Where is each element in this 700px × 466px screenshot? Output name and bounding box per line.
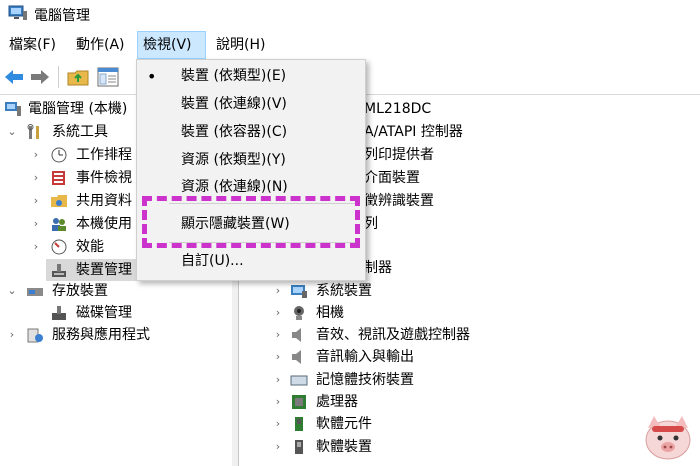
device-manager-icon <box>52 264 66 277</box>
menu-item-label: 裝置 (依連線)(V) <box>181 96 287 112</box>
menu-item-customize[interactable]: 自訂(U)... <box>137 248 365 275</box>
tree-label: 軟體元件 <box>316 416 372 432</box>
menu-help[interactable]: 說明(H) <box>211 31 270 59</box>
clock-icon <box>51 147 67 163</box>
tree-item-device-manager[interactable]: 裝置管理 <box>46 259 138 281</box>
radio-bullet-icon: • <box>147 67 157 86</box>
menu-action[interactable]: 動作(A) <box>71 31 130 59</box>
chevron-right-icon[interactable]: › <box>30 190 42 212</box>
tree-label: 共用資料 <box>76 193 132 209</box>
menu-bar: 檔案(F) 動作(A) 檢視(V) 說明(H) <box>0 31 700 59</box>
tree-item-disk-management[interactable]: 磁碟管理 <box>0 302 232 324</box>
chevron-right-icon[interactable]: › <box>30 236 42 258</box>
menu-item-devices-by-connection[interactable]: 裝置 (依連線)(V) <box>137 91 365 118</box>
tree-label: 磁碟管理 <box>76 305 132 321</box>
tree-label: 裝置管理 <box>76 262 132 278</box>
tree-label: 介面裝置 <box>364 170 420 186</box>
menu-file[interactable]: 檔案(F) <box>4 31 61 59</box>
tree-item-storage[interactable]: ⌄ 存放裝置 <box>0 280 232 302</box>
tree-label: 存放裝置 <box>52 283 108 299</box>
tree-label: ML218DC <box>364 101 432 117</box>
storage-icon <box>27 288 43 296</box>
chevron-right-icon[interactable]: › <box>272 280 284 302</box>
chevron-down-icon[interactable]: ⌄ <box>6 121 18 143</box>
users-icon <box>52 218 66 231</box>
event-viewer-icon <box>52 171 65 185</box>
shared-folder-icon <box>51 195 67 207</box>
memory-icon <box>290 375 308 386</box>
tree-label: 軟體裝置 <box>316 439 372 455</box>
chevron-right-icon[interactable]: › <box>272 391 284 413</box>
menu-item-label: 自訂(U)... <box>181 253 244 269</box>
processor-icon <box>292 395 306 409</box>
performance-gauge-icon <box>51 239 67 255</box>
audio-io-icon <box>292 350 301 364</box>
menu-item-resources-by-type[interactable]: 資源 (依類型)(Y) <box>137 147 365 174</box>
chevron-down-icon[interactable]: ⌄ <box>6 280 18 302</box>
tree-label: 音效、視訊及遊戲控制器 <box>316 327 470 343</box>
tree-label: 系統工具 <box>52 124 108 140</box>
highlight-annotation <box>142 196 360 248</box>
device-category-processor[interactable]: › 處理器 <box>270 391 690 413</box>
chevron-right-icon[interactable]: › <box>30 167 42 189</box>
chevron-right-icon[interactable]: › <box>272 436 284 458</box>
computer-management-icon <box>8 5 27 20</box>
pig-mascot-logo <box>645 416 691 460</box>
device-category-sound[interactable]: › 音效、視訊及遊戲控制器 <box>270 324 690 346</box>
chevron-right-icon[interactable]: › <box>272 413 284 435</box>
menu-item-label: 裝置 (依容器)(C) <box>181 124 288 140</box>
speaker-icon <box>292 328 301 342</box>
chevron-right-icon[interactable]: › <box>272 346 284 368</box>
menu-item-label: 資源 (依類型)(Y) <box>181 152 286 168</box>
device-category-system[interactable]: › 系統裝置 <box>270 280 690 302</box>
device-category-software-device[interactable]: › 軟體裝置 <box>270 436 690 458</box>
software-component-icon <box>295 417 303 431</box>
tree-label: A/ATAPI 控制器 <box>364 124 463 140</box>
tree-label: 相機 <box>316 305 344 321</box>
camera-icon <box>294 306 304 320</box>
menu-view[interactable]: 檢視(V) <box>137 31 206 59</box>
system-tools-icon <box>27 124 39 139</box>
up-folder-icon[interactable] <box>66 65 90 89</box>
menu-item-devices-by-container[interactable]: 裝置 (依容器)(C) <box>137 119 365 146</box>
device-category-software-component[interactable]: › 軟體元件 <box>270 413 690 435</box>
tree-label: 記憶體技術裝置 <box>316 372 414 388</box>
tree-label: 處理器 <box>316 394 358 410</box>
tree-label: 系統裝置 <box>316 283 372 299</box>
chevron-right-icon[interactable]: › <box>6 324 18 346</box>
software-device-icon <box>295 440 303 454</box>
tree-label: 效能 <box>76 239 104 255</box>
tree-label: 服務與應用程式 <box>52 327 150 343</box>
services-icon <box>27 328 43 343</box>
disk-management-icon <box>52 306 66 320</box>
chevron-right-icon[interactable]: › <box>30 213 42 235</box>
tree-label: 制器 <box>364 260 392 276</box>
tree-label: 列印提供者 <box>364 147 434 163</box>
chevron-right-icon[interactable]: › <box>272 302 284 324</box>
tree-label: 工作排程 <box>76 147 132 163</box>
device-category-audio-io[interactable]: › 音訊輸入與輸出 <box>270 346 690 368</box>
title-bar: 電腦管理 <box>0 0 700 28</box>
system-devices-icon <box>291 285 307 298</box>
computer-management-icon <box>5 102 21 116</box>
back-arrow-icon[interactable] <box>2 65 26 89</box>
tree-label: 徵辨識裝置 <box>364 193 434 209</box>
chevron-right-icon[interactable]: › <box>272 369 284 391</box>
tree-label: 事件檢視 <box>76 170 132 186</box>
toolbar-separator <box>58 66 59 88</box>
tree-item-services[interactable]: › 服務與應用程式 <box>0 324 232 346</box>
forward-arrow-icon[interactable] <box>28 65 52 89</box>
show-hide-console-tree-icon[interactable] <box>96 65 120 89</box>
device-category-camera[interactable]: › 相機 <box>270 302 690 324</box>
chevron-right-icon[interactable]: › <box>30 144 42 166</box>
chevron-right-icon[interactable]: › <box>272 324 284 346</box>
menu-item-label: 裝置 (依類型)(E) <box>181 68 287 84</box>
menu-item-devices-by-type[interactable]: • 裝置 (依類型)(E) <box>137 63 365 90</box>
tree-label: 列 <box>364 216 378 232</box>
tree-label: 電腦管理 (本機) <box>28 101 128 117</box>
tree-label: 音訊輸入與輸出 <box>316 349 414 365</box>
device-category-memory[interactable]: › 記憶體技術裝置 <box>270 369 690 391</box>
tree-label: 本機使用 <box>76 216 132 232</box>
window-title: 電腦管理 <box>34 8 90 24</box>
